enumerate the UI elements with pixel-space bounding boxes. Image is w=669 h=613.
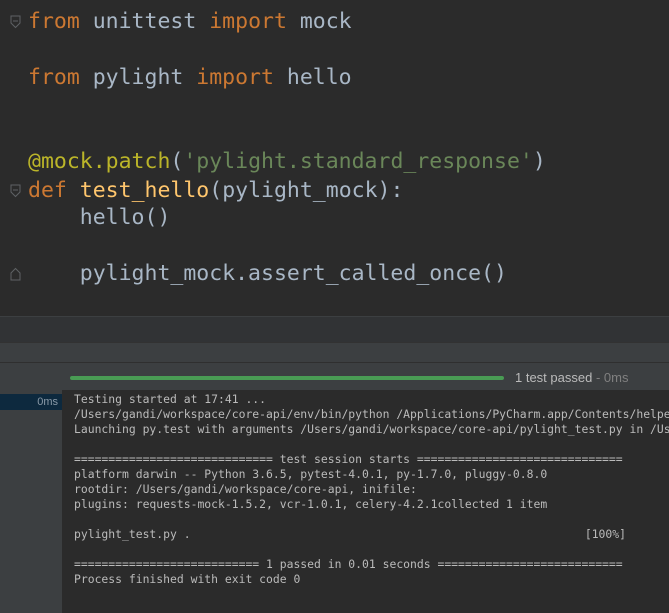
code-editor[interactable]: from unittest import mock from pylight i… [0, 0, 669, 316]
console-line: plugins: requests-mock-1.5.2, vcr-1.0.1,… [74, 497, 548, 511]
keyword-def: def [28, 178, 67, 203]
test-summary-duration: 0ms [603, 370, 629, 385]
imported-name: hello [273, 65, 352, 90]
test-progress-bar [70, 376, 504, 380]
fold-marker-icon[interactable] [10, 267, 21, 281]
code-line-3: @mock.patch('pylight.standard_response') [28, 148, 546, 176]
console-progress-percent: [100%] [584, 527, 626, 541]
console-line: Launching py.test with arguments /Users/… [74, 422, 669, 436]
module-name: pylight [79, 65, 197, 90]
paren-close: ) [532, 149, 546, 174]
console-line: ============================= test sessi… [74, 452, 623, 466]
code-line-4: def test_hello(pylight_mock): [28, 177, 403, 205]
console-line: Process finished with exit code 0 [74, 572, 301, 586]
test-summary-label: 1 test passed [515, 370, 593, 385]
test-progress-fill [70, 376, 504, 380]
test-tree-row-selected[interactable]: 0ms [0, 394, 62, 410]
keyword-from: from [28, 65, 80, 90]
code-line-6: pylight_mock.assert_called_once() [28, 261, 507, 286]
code-line-5: hello() [28, 205, 171, 230]
console-line: /Users/gandi/workspace/core-api/env/bin/… [74, 407, 669, 421]
panel-splitter[interactable] [0, 342, 669, 363]
console-line: rootdir: /Users/gandi/workspace/core-api… [74, 482, 417, 496]
console-line: =========================== 1 passed in … [74, 557, 623, 571]
fold-marker-icon[interactable] [10, 184, 21, 198]
test-results-tree: 0ms [0, 390, 63, 613]
fold-marker-icon[interactable] [10, 15, 21, 29]
code-line-2: from pylight import hello [28, 64, 352, 92]
decorator: @mock.patch [28, 149, 171, 174]
test-console-output[interactable]: Testing started at 17:41 ... /Users/gand… [63, 390, 669, 613]
editor-bottom-gutter [0, 316, 669, 343]
imported-name: mock [286, 9, 352, 34]
keyword-from: from [28, 9, 80, 34]
function-name: test_hello [79, 178, 210, 203]
module-name: unittest [79, 9, 210, 34]
console-line: Testing started at 17:41 ... [74, 392, 267, 406]
code-line-1: from unittest import mock [28, 8, 352, 36]
test-status-bar: 1 test passed - 0ms [0, 362, 669, 391]
keyword-import: import [209, 9, 287, 34]
console-line: platform darwin -- Python 3.6.5, pytest-… [74, 467, 548, 481]
console-line: pylight_test.py . [74, 527, 191, 541]
keyword-import: import [196, 65, 274, 90]
paren-open: ( [170, 149, 184, 174]
test-summary-separator: - [592, 370, 604, 385]
string-literal: 'pylight.standard_response' [183, 149, 533, 174]
test-summary: 1 test passed - 0ms [515, 369, 628, 387]
function-params: (pylight_mock): [209, 178, 404, 203]
test-tree-row-time: 0ms [37, 396, 58, 408]
